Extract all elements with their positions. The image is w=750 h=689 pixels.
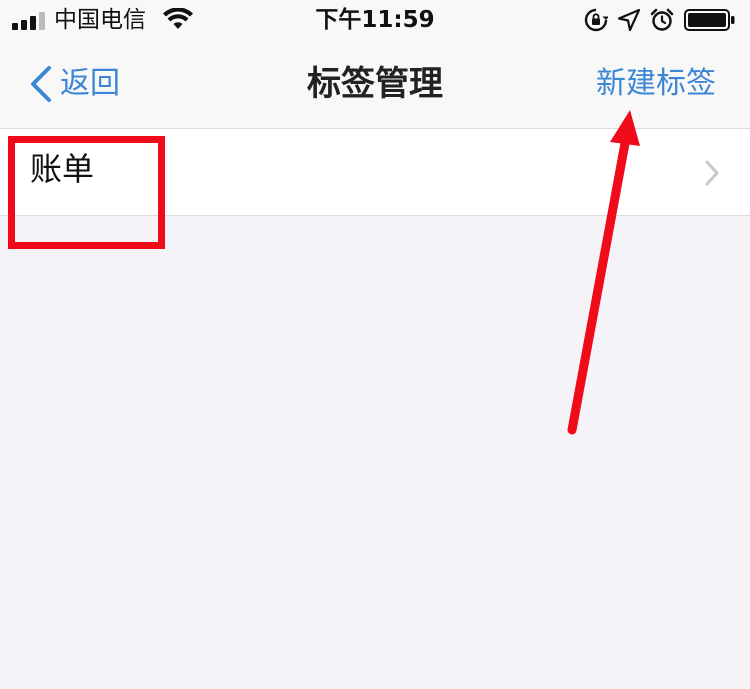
- alarm-clock-icon: [650, 8, 674, 31]
- chevron-left-icon: [31, 66, 51, 102]
- status-icons: [584, 7, 736, 33]
- chevron-right-icon: [705, 160, 719, 186]
- screen: 中国电信 下午11:59 返回 标签管理 新建标签 账单: [0, 0, 750, 689]
- battery-icon: [684, 9, 735, 31]
- new-tag-button[interactable]: 新建标签: [596, 64, 716, 104]
- status-bar: 中国电信 下午11:59: [0, 0, 750, 40]
- back-label: 返回: [60, 66, 120, 101]
- location-arrow-icon: [618, 9, 640, 31]
- nav-bar: 返回 标签管理 新建标签: [0, 40, 750, 129]
- back-button[interactable]: 返回: [30, 64, 120, 104]
- rotation-lock-icon: [584, 8, 608, 32]
- annotation-highlight-box: [8, 136, 165, 249]
